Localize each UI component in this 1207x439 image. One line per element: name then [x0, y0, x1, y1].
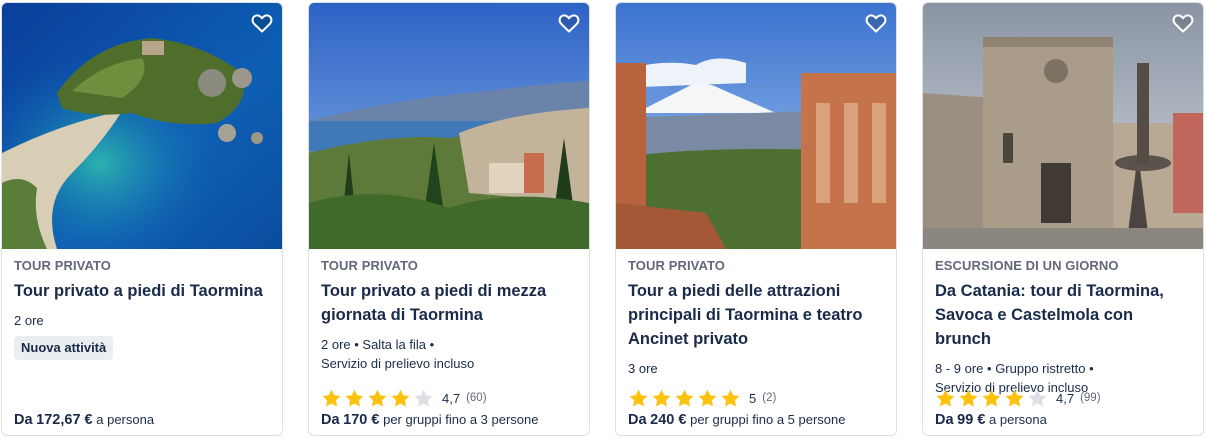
activity-price: Da 240 € per gruppi fino a 5 persone	[628, 411, 845, 429]
star-filled-icon	[675, 389, 694, 407]
heart-icon[interactable]	[864, 11, 888, 35]
activity-meta: 2 ore	[14, 311, 272, 330]
review-count: (60)	[466, 392, 487, 404]
heart-icon[interactable]	[557, 11, 581, 35]
price-prefix: Da	[935, 412, 954, 428]
price-prefix: Da	[628, 412, 647, 428]
star-filled-icon	[1005, 389, 1024, 407]
new-activity-badge: Nuova attività	[14, 336, 114, 360]
activity-card[interactable]: TOUR PRIVATO Tour a piedi delle attrazio…	[615, 2, 897, 436]
activity-rating: 4,7 (60)	[321, 387, 487, 409]
star-filled-icon	[345, 389, 364, 407]
activity-meta: 2 ore • Salta la fila • Servizio di prel…	[321, 335, 579, 373]
activity-card[interactable]: TOUR PRIVATO Tour privato a piedi di mez…	[308, 2, 590, 436]
activity-price: Da 172,67 € a persona	[14, 411, 154, 429]
activity-category: ESCURSIONE DI UN GIORNO	[935, 258, 1119, 273]
rating-value: 4,7	[1056, 390, 1075, 406]
star-filled-icon	[936, 389, 955, 407]
star-filled-icon	[629, 389, 648, 407]
price-amount: 172,67 €	[36, 412, 93, 428]
activity-duration: 3 ore	[628, 361, 658, 376]
activity-card[interactable]: TOUR PRIVATO Tour privato a piedi di Tao…	[1, 2, 283, 436]
activity-details-line1: 2 ore • Salta la fila •	[321, 337, 435, 352]
star-rating	[628, 388, 741, 409]
star-filled-icon	[959, 389, 978, 407]
activity-title[interactable]: Da Catania: tour di Taormina, Savoca e C…	[935, 279, 1193, 351]
price-amount: 170 €	[343, 412, 380, 428]
star-filled-icon	[368, 389, 387, 407]
price-amount: 240 €	[650, 412, 687, 428]
activity-category: TOUR PRIVATO	[321, 258, 419, 273]
star-filled-icon	[322, 389, 341, 407]
activity-category: TOUR PRIVATO	[14, 258, 112, 273]
activity-price: Da 99 € a persona	[935, 411, 1047, 429]
review-count: (99)	[1080, 392, 1101, 404]
activity-price: Da 170 € per gruppi fino a 3 persone	[321, 411, 538, 429]
activity-details-line1: 8 - 9 ore • Gruppo ristretto •	[935, 361, 1094, 376]
activity-rating: 4,7 (99)	[935, 387, 1101, 409]
star-rating	[935, 388, 1048, 409]
price-suffix: per gruppi fino a 3 persone	[383, 412, 539, 427]
activity-card[interactable]: ESCURSIONE DI UN GIORNO Da Catania: tour…	[922, 2, 1204, 436]
star-filled-icon	[721, 389, 740, 407]
price-prefix: Da	[14, 412, 33, 428]
price-suffix: a persona	[989, 412, 1047, 427]
activity-rating: 5 (2)	[628, 387, 776, 409]
review-count: (2)	[762, 392, 777, 404]
activity-title[interactable]: Tour privato a piedi di Taormina	[14, 279, 272, 303]
star-empty-icon	[1028, 389, 1047, 407]
activity-title[interactable]: Tour a piedi delle attrazioni principali…	[628, 279, 886, 351]
star-filled-icon	[698, 389, 717, 407]
heart-icon[interactable]	[1171, 11, 1195, 35]
activity-photo-isola-bella[interactable]	[2, 3, 282, 249]
activity-photo-taormina-coast[interactable]	[309, 3, 589, 249]
price-prefix: Da	[321, 412, 340, 428]
activity-title[interactable]: Tour privato a piedi di mezza giornata d…	[321, 279, 579, 327]
activity-duration: 2 ore	[14, 313, 44, 328]
price-suffix: per gruppi fino a 5 persone	[690, 412, 846, 427]
star-filled-icon	[982, 389, 1001, 407]
price-amount: 99 €	[957, 412, 986, 428]
activity-meta: 3 ore	[628, 359, 886, 378]
rating-value: 4,7	[442, 390, 461, 406]
star-rating	[321, 388, 434, 409]
star-filled-icon	[391, 389, 410, 407]
rating-value: 5	[749, 390, 757, 406]
activity-photo-cathedral[interactable]	[923, 3, 1203, 249]
activity-category: TOUR PRIVATO	[628, 258, 726, 273]
activity-photo-greek-theatre[interactable]	[616, 3, 896, 249]
heart-icon[interactable]	[250, 11, 274, 35]
star-filled-icon	[652, 389, 671, 407]
activity-details-line2: Servizio di prelievo incluso	[321, 356, 475, 371]
star-empty-icon	[414, 389, 433, 407]
price-suffix: a persona	[96, 412, 155, 427]
